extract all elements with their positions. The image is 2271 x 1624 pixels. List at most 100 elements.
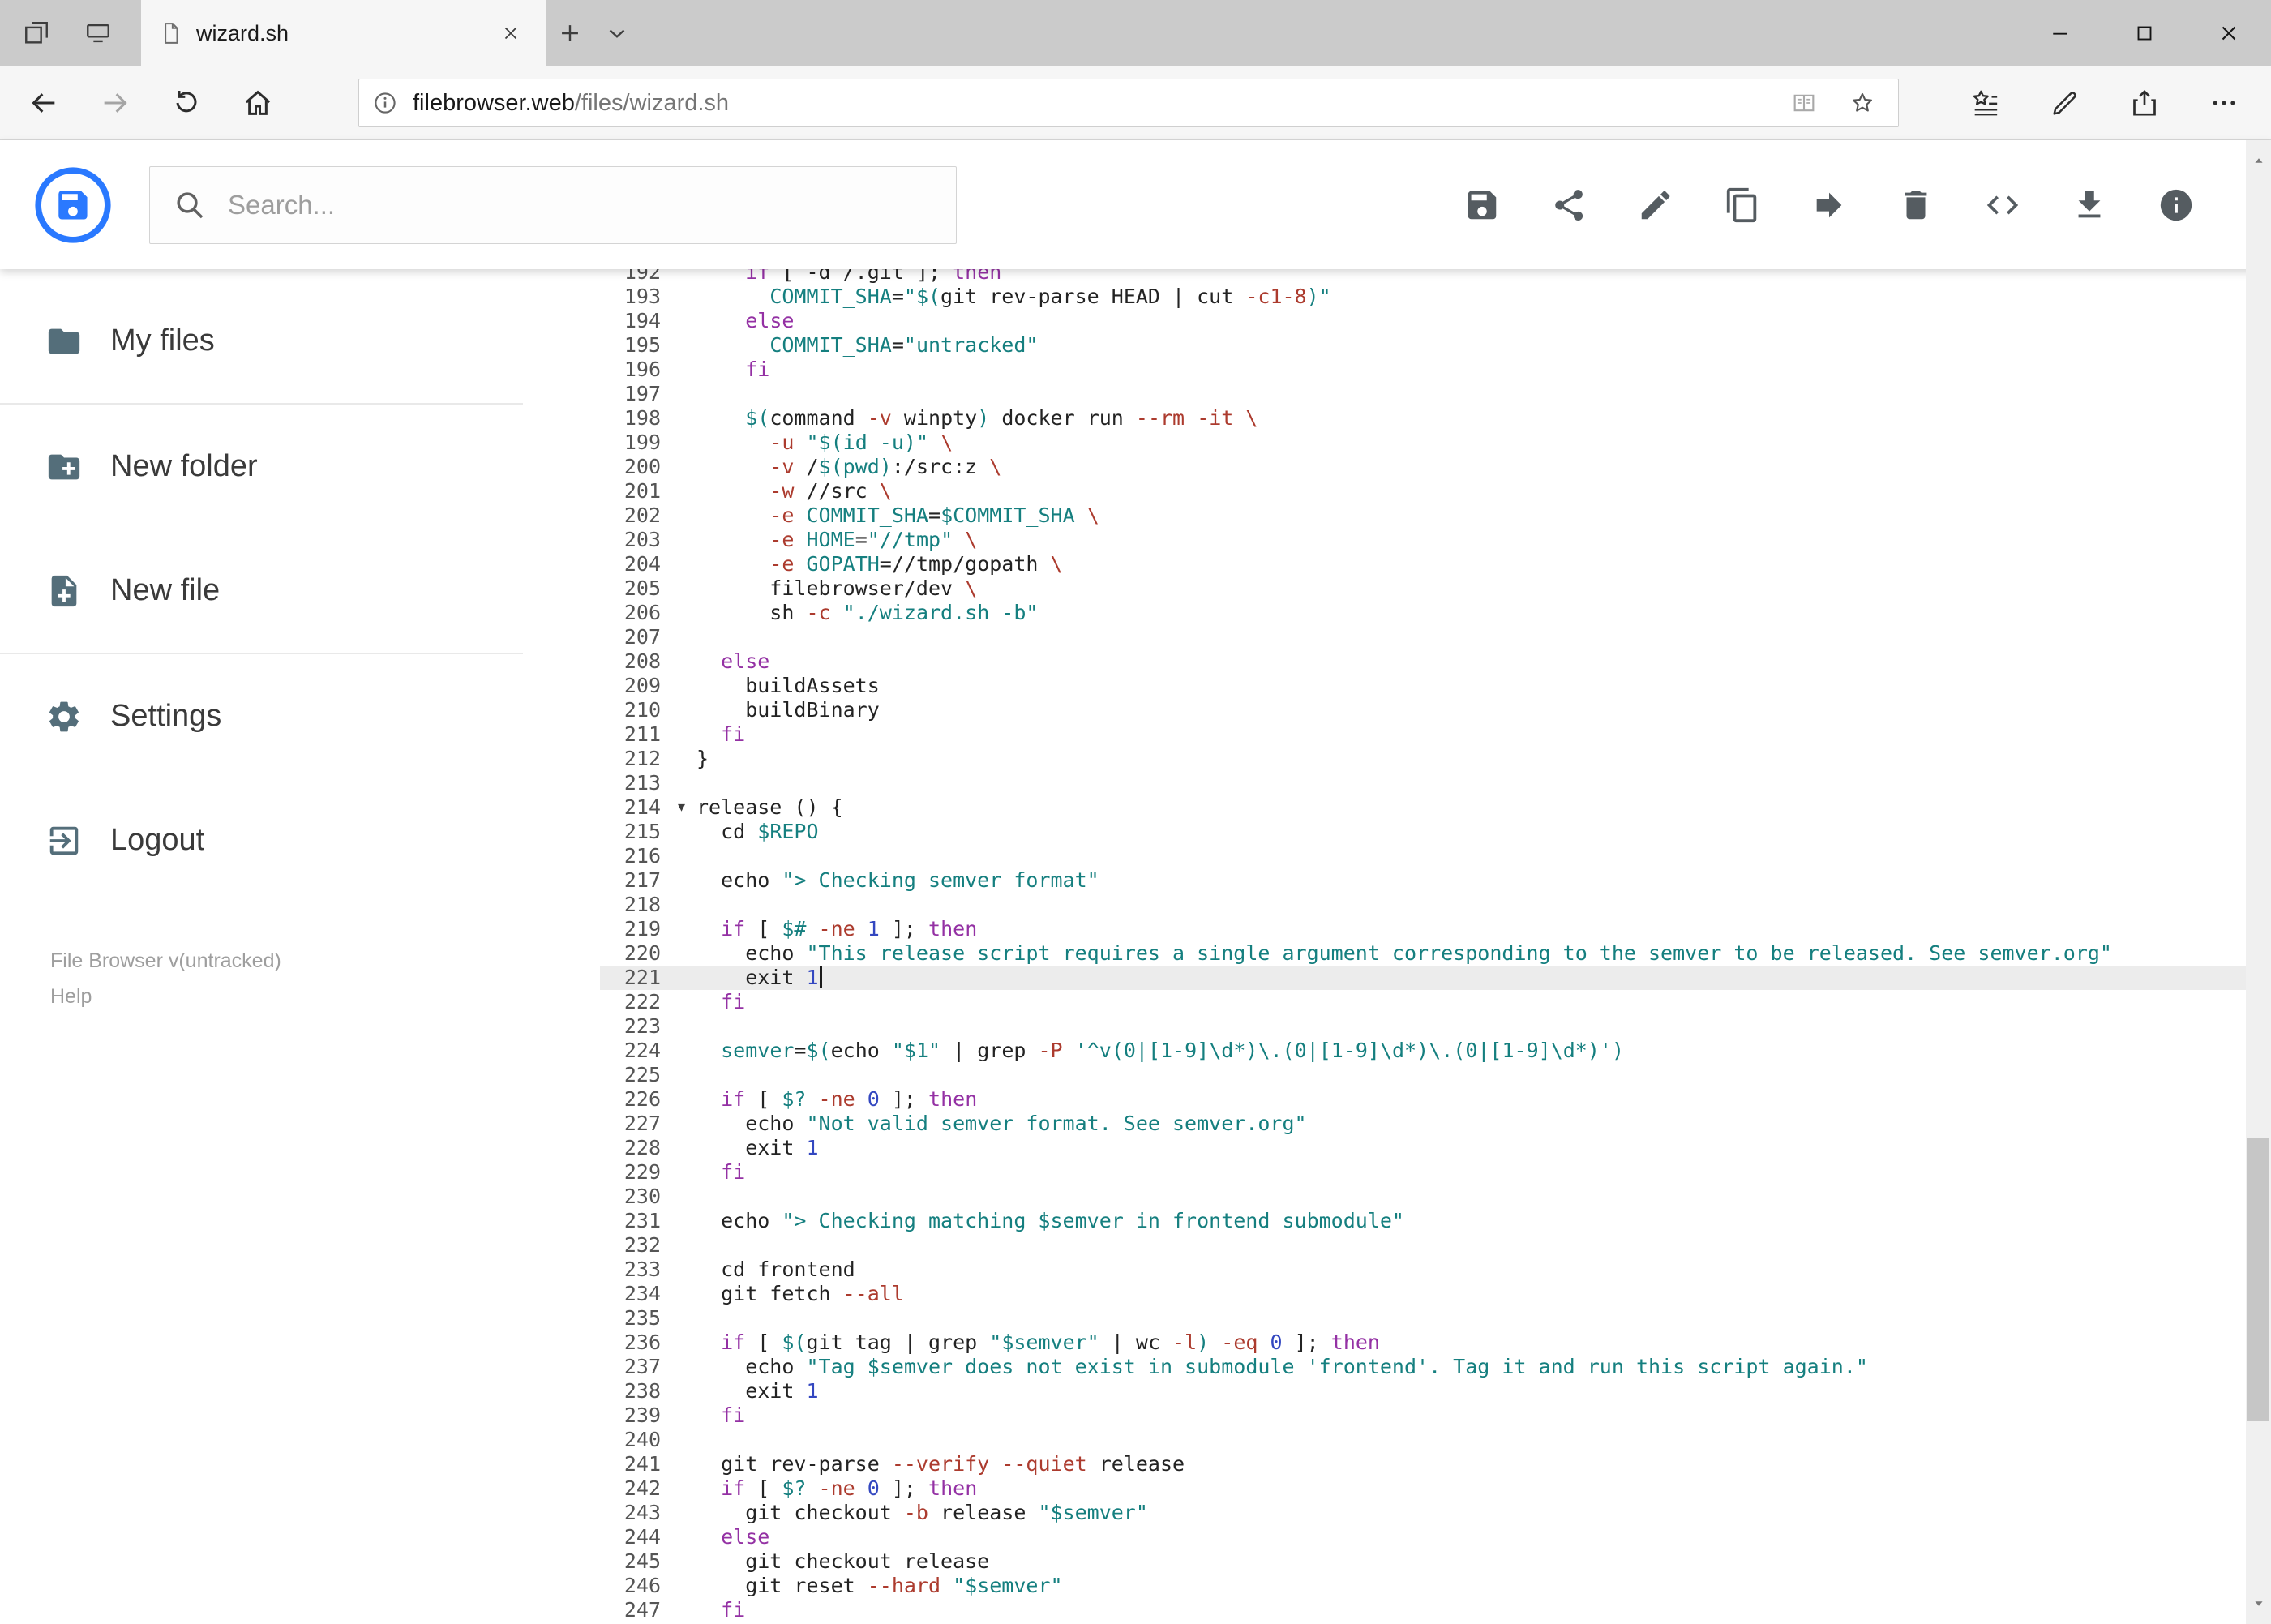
delete-button[interactable] bbox=[1872, 161, 1959, 248]
code-line[interactable]: 241 git rev-parse --verify --quiet relea… bbox=[600, 1452, 2246, 1476]
code-line[interactable]: 222 fi bbox=[600, 990, 2246, 1014]
code-line[interactable]: 203 -e HOME="//tmp" \ bbox=[600, 528, 2246, 552]
code-line[interactable]: 206 sh -c "./wizard.sh -b" bbox=[600, 601, 2246, 625]
move-button[interactable] bbox=[1785, 161, 1872, 248]
search-box[interactable] bbox=[149, 165, 957, 244]
edit-button[interactable] bbox=[1612, 161, 1699, 248]
site-info-button[interactable] bbox=[372, 90, 398, 116]
share2-button[interactable] bbox=[1525, 161, 1612, 248]
sidebar-item-new-file[interactable]: New file bbox=[0, 529, 523, 653]
code-line[interactable]: 227 echo "Not valid semver format. See s… bbox=[600, 1112, 2246, 1136]
code-editor[interactable]: 192 if [ -d /.git ]; then 193 COMMIT_SHA=… bbox=[523, 269, 2246, 1624]
code-line[interactable]: 204 -e GOPATH=//tmp/gopath \ bbox=[600, 552, 2246, 576]
info-button[interactable] bbox=[2132, 161, 2219, 248]
back-button[interactable] bbox=[8, 73, 79, 133]
filebrowser-logo[interactable] bbox=[34, 166, 112, 244]
code-line[interactable]: 246 git reset --hard "$semver" bbox=[600, 1574, 2246, 1598]
window-minimize-button[interactable] bbox=[2018, 0, 2102, 66]
code-line[interactable]: 215 cd $REPO bbox=[600, 820, 2246, 844]
code-line[interactable]: 194 else bbox=[600, 309, 2246, 333]
code-line[interactable]: 218 bbox=[600, 893, 2246, 917]
tab-preview-button[interactable] bbox=[75, 10, 122, 57]
code-line[interactable]: 221 exit 1 bbox=[600, 966, 2246, 990]
code-line[interactable]: 225 bbox=[600, 1063, 2246, 1087]
sidebar-item-logout[interactable]: Logout bbox=[0, 778, 523, 902]
new-tab-button[interactable] bbox=[546, 10, 593, 57]
sidebar-item-my-files[interactable]: My files bbox=[0, 279, 523, 403]
code-line[interactable]: 226 if [ $? -ne 0 ]; then bbox=[600, 1087, 2246, 1112]
code-line[interactable]: 242 if [ $? -ne 0 ]; then bbox=[600, 1476, 2246, 1501]
code-line[interactable]: 233 cd frontend bbox=[600, 1258, 2246, 1282]
pen-button[interactable] bbox=[2025, 73, 2105, 133]
code-line[interactable]: 243 git checkout -b release "$semver" bbox=[600, 1501, 2246, 1525]
code-line[interactable]: 196 fi bbox=[600, 358, 2246, 382]
code-line[interactable]: 209 buildAssets bbox=[600, 674, 2246, 698]
browser-tab[interactable]: wizard.sh bbox=[141, 0, 546, 66]
reading-view-button[interactable] bbox=[1775, 80, 1833, 126]
code-line[interactable]: 199 -u "$(id -u)" \ bbox=[600, 431, 2246, 455]
code-line[interactable]: 229 fi bbox=[600, 1160, 2246, 1185]
code-line[interactable]: 220 echo "This release script requires a… bbox=[600, 941, 2246, 966]
code-line[interactable]: 195 COMMIT_SHA="untracked" bbox=[600, 333, 2246, 358]
code-line[interactable]: 245 git checkout release bbox=[600, 1549, 2246, 1574]
hub-button[interactable] bbox=[1946, 73, 2025, 133]
sidebar-item-new-folder[interactable]: New folder bbox=[0, 405, 523, 529]
scrollbar-up-button[interactable] bbox=[2246, 140, 2271, 181]
code-line[interactable]: 239 fi bbox=[600, 1403, 2246, 1428]
code-line[interactable]: 197 bbox=[600, 382, 2246, 406]
download-button[interactable] bbox=[2046, 161, 2132, 248]
code-line[interactable]: 216 bbox=[600, 844, 2246, 868]
code-line[interactable]: 205 filebrowser/dev \ bbox=[600, 576, 2246, 601]
code-line[interactable]: 207 bbox=[600, 625, 2246, 649]
code-line[interactable]: 193 COMMIT_SHA="$(git rev-parse HEAD | c… bbox=[600, 285, 2246, 309]
code-line[interactable]: 240 bbox=[600, 1428, 2246, 1452]
code-line[interactable]: 231 echo "> Checking matching $semver in… bbox=[600, 1209, 2246, 1233]
code-line[interactable]: 211 fi bbox=[600, 722, 2246, 747]
home-button[interactable] bbox=[222, 73, 294, 133]
set-tabs-aside-button[interactable] bbox=[13, 10, 60, 57]
copy-button[interactable] bbox=[1699, 161, 1785, 248]
code-line[interactable]: 192 if [ -d /.git ]; then bbox=[600, 269, 2246, 285]
code-line[interactable]: 213 bbox=[600, 771, 2246, 795]
search-input[interactable] bbox=[228, 189, 933, 221]
fold-marker-icon[interactable]: ▾ bbox=[678, 795, 685, 820]
code-button[interactable] bbox=[1959, 161, 2046, 248]
code-line[interactable]: 200 -v /$(pwd):/src:z \ bbox=[600, 455, 2246, 479]
window-close-button[interactable] bbox=[2187, 0, 2271, 66]
tab-list-button[interactable] bbox=[593, 10, 641, 57]
share-button[interactable] bbox=[2105, 73, 2184, 133]
code-line[interactable]: 201 -w //src \ bbox=[600, 479, 2246, 503]
window-maximize-button[interactable] bbox=[2102, 0, 2187, 66]
code-line[interactable]: 230 bbox=[600, 1185, 2246, 1209]
code-line[interactable]: 208 else bbox=[600, 649, 2246, 674]
page-scrollbar[interactable] bbox=[2246, 140, 2271, 1624]
code-line[interactable]: 210 buildBinary bbox=[600, 698, 2246, 722]
code-line[interactable]: 198 $(command -v winpty) docker run --rm… bbox=[600, 406, 2246, 431]
code-line[interactable]: 224 semver=$(echo "$1" | grep -P '^v(0|[… bbox=[600, 1039, 2246, 1063]
code-line[interactable]: 238 exit 1 bbox=[600, 1379, 2246, 1403]
ellipsis-button[interactable] bbox=[2184, 73, 2264, 133]
tab-close-button[interactable] bbox=[493, 15, 529, 51]
code-line[interactable]: 223 bbox=[600, 1014, 2246, 1039]
code-line[interactable]: 237 echo "Tag $semver does not exist in … bbox=[600, 1355, 2246, 1379]
code-line[interactable]: 235 bbox=[600, 1306, 2246, 1330]
code-line[interactable]: 217 echo "> Checking semver format" bbox=[600, 868, 2246, 893]
save-button[interactable] bbox=[1438, 161, 1525, 248]
forward-button[interactable] bbox=[79, 73, 151, 133]
code-line[interactable]: 244 else bbox=[600, 1525, 2246, 1549]
code-line[interactable]: 214 ▾ release () { bbox=[600, 795, 2246, 820]
code-line[interactable]: 212} bbox=[600, 747, 2246, 771]
star-button[interactable] bbox=[1833, 80, 1892, 126]
address-bar[interactable]: filebrowser.web/files/wizard.sh bbox=[358, 79, 1899, 127]
code-line[interactable]: 232 bbox=[600, 1233, 2246, 1258]
code-line[interactable]: 247 fi bbox=[600, 1598, 2246, 1622]
code-line[interactable]: 219 if [ $# -ne 1 ]; then bbox=[600, 917, 2246, 941]
sidebar-item-settings[interactable]: Settings bbox=[0, 654, 523, 778]
code-line[interactable]: 228 exit 1 bbox=[600, 1136, 2246, 1160]
refresh-button[interactable] bbox=[151, 73, 222, 133]
code-line[interactable]: 234 git fetch --all bbox=[600, 1282, 2246, 1306]
help-link[interactable]: Help bbox=[50, 979, 523, 1014]
scrollbar-down-button[interactable] bbox=[2246, 1583, 2271, 1624]
code-line[interactable]: 202 -e COMMIT_SHA=$COMMIT_SHA \ bbox=[600, 503, 2246, 528]
scrollbar-thumb[interactable] bbox=[2247, 1138, 2269, 1421]
